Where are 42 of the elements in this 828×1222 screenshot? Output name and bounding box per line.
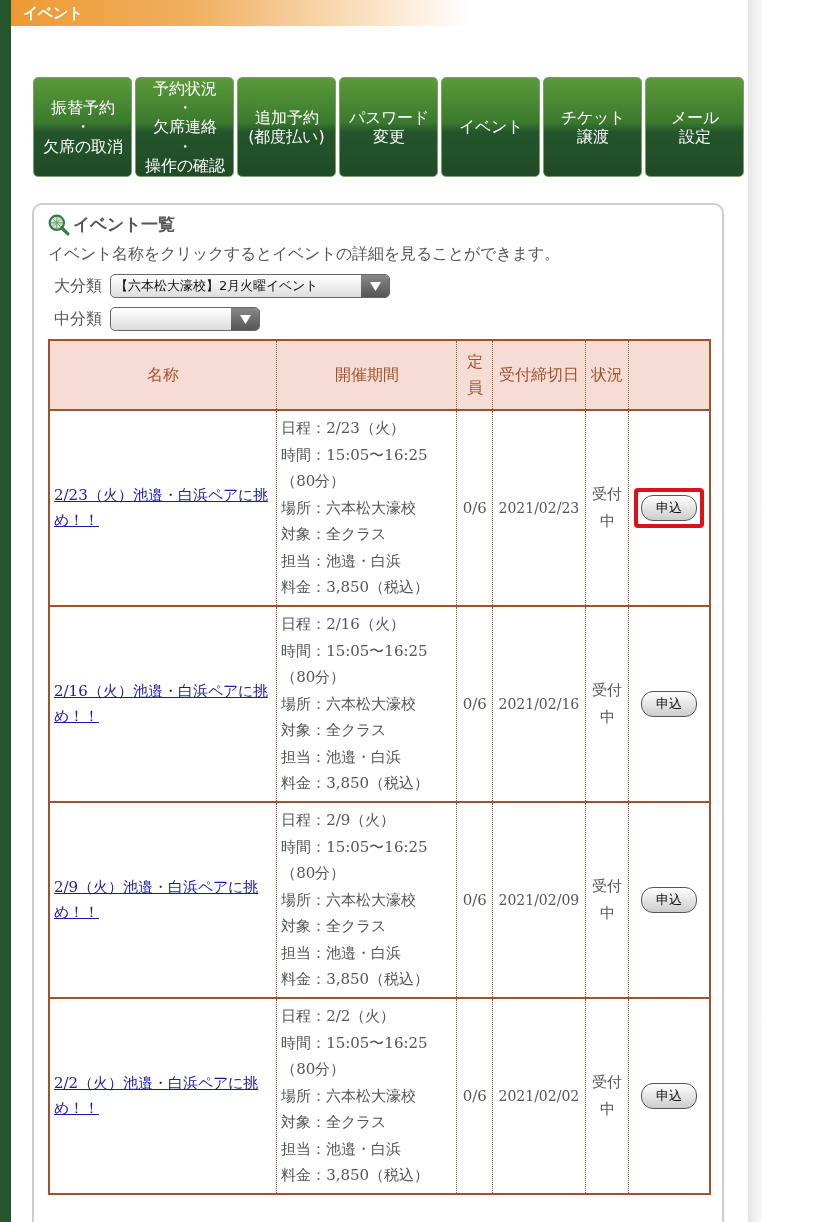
filter-label: 中分類	[54, 308, 102, 330]
nav-button[interactable]: 追加予約 (都度払い)	[237, 77, 336, 177]
table-cell: 日程：2/2（火） 時間：15:05〜16:25 （80分） 場所：六本松大濠校 対象：全クラス 担当：池邉・白浜 料金：3,850（税込）	[276, 998, 457, 1194]
apply-button[interactable]: 申込	[641, 691, 698, 717]
column-header: 状況	[585, 340, 629, 410]
section-title: イベント	[23, 3, 83, 23]
table-cell: 日程：2/9（火） 時間：15:05〜16:25 （80分） 場所：六本松大濠校 対象：全クラス 担当：池邉・白浜 料金：3,850（税込）	[276, 802, 457, 998]
dropdown[interactable]: 【六本松大濠校】2月火曜イベント	[110, 274, 390, 298]
dropdown[interactable]	[110, 307, 260, 331]
table-cell: 受付中	[585, 606, 629, 802]
table-cell: 2021/02/02	[492, 998, 586, 1194]
column-header: 開催期間	[276, 340, 457, 410]
column-header: 受付締切日	[492, 340, 586, 410]
table-cell: 0/6	[456, 998, 493, 1194]
column-header: 名称	[49, 340, 277, 410]
table-cell: 受付中	[585, 802, 629, 998]
nav-button[interactable]: メール 設定	[645, 77, 744, 177]
apply-button[interactable]: 申込	[641, 495, 698, 521]
column-header: 定員	[456, 340, 493, 410]
panel-title: イベント一覧	[73, 213, 175, 236]
table-cell: 0/6	[456, 606, 493, 802]
nav-button[interactable]: 予約状況 ・ 欠席連絡 ・ 操作の確認	[135, 77, 234, 177]
table-cell: 2021/02/09	[492, 802, 586, 998]
racket-icon	[48, 213, 70, 236]
apply-button[interactable]: 申込	[641, 887, 698, 913]
caret-icon	[239, 314, 251, 324]
nav-button[interactable]: チケット 譲渡	[543, 77, 642, 177]
table-cell: 受付中	[585, 998, 629, 1194]
table-cell: 0/6	[456, 802, 493, 998]
table-cell: 2021/02/16	[492, 606, 586, 802]
table-cell: 0/6	[456, 410, 493, 606]
apply-button[interactable]: 申込	[641, 1083, 698, 1109]
nav-button[interactable]: パスワード 変更	[339, 77, 438, 177]
nav-button[interactable]: イベント	[441, 77, 540, 177]
table-cell: 日程：2/16（火） 時間：15:05〜16:25 （80分） 場所：六本松大濠校 対象：全クラス 担当：池邉・白浜 料金：3,850（税込）	[276, 606, 457, 802]
table-cell: 2021/02/23	[492, 410, 586, 606]
table-cell: 受付中	[585, 410, 629, 606]
nav-button[interactable]: 振替予約 ・ 欠席の取消	[33, 77, 132, 177]
instruction-text: イベント名称をクリックするとイベントの詳細を見ることができます。	[48, 244, 561, 265]
filter-label: 大分類	[54, 275, 102, 297]
caret-icon	[369, 281, 381, 291]
table-cell: 日程：2/23（火） 時間：15:05〜16:25 （80分） 場所：六本松大濠校 対象：全クラス 担当：池邉・白浜 料金：3,850（税込）	[276, 410, 457, 606]
